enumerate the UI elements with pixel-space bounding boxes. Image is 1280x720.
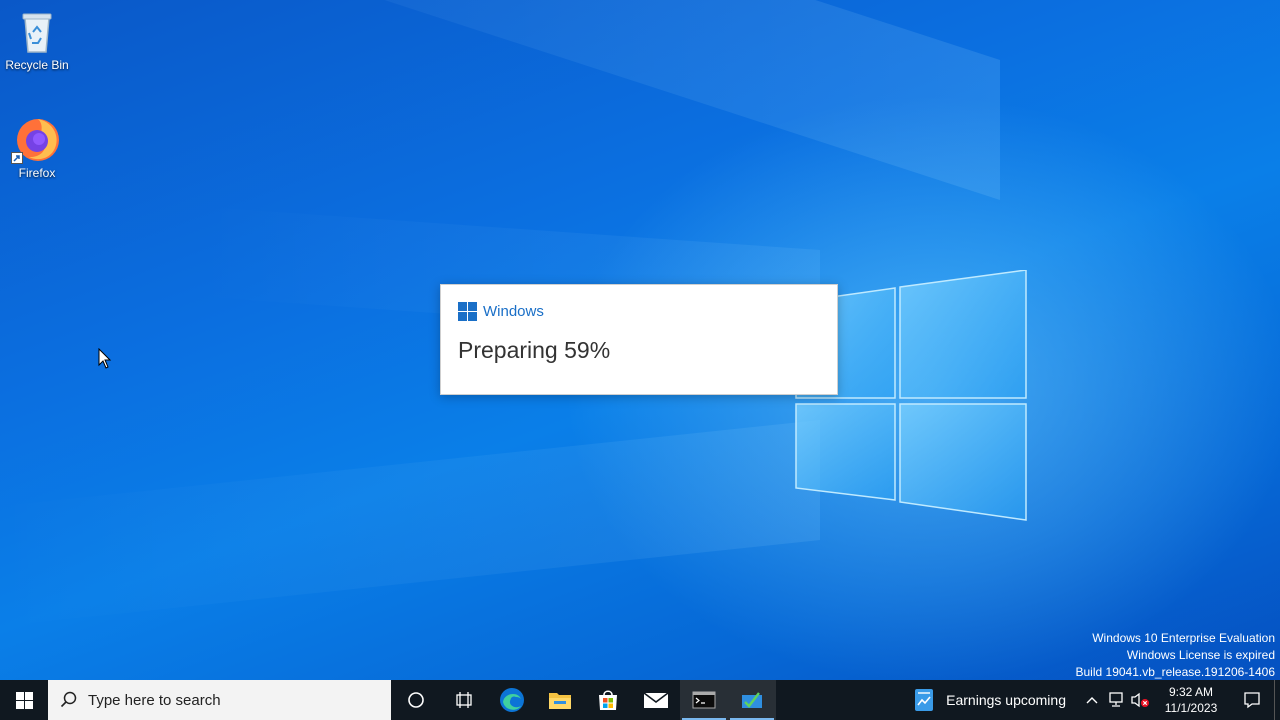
volume-button[interactable]	[1128, 680, 1152, 720]
cortana-icon	[408, 692, 424, 708]
system-tray: Earnings upcoming 9:32 AM 11/1/2023	[914, 680, 1280, 720]
edge-button[interactable]	[488, 680, 536, 720]
setup-progress-dialog: Windows Preparing 59%	[440, 284, 838, 395]
show-hidden-icons-button[interactable]	[1080, 680, 1104, 720]
microsoft-store-icon	[599, 690, 617, 710]
taskbar-search-box[interactable]: Type here to search	[48, 680, 391, 720]
terminal-icon	[692, 691, 716, 709]
start-button[interactable]	[0, 680, 48, 720]
network-button[interactable]	[1104, 680, 1128, 720]
search-icon	[60, 691, 77, 708]
microsoft-store-button[interactable]	[584, 680, 632, 720]
file-explorer-icon	[549, 693, 571, 709]
windows-logo-icon	[458, 302, 477, 321]
windows-brand: Windows	[458, 302, 544, 321]
cortana-button[interactable]	[392, 680, 440, 720]
progress-status-text: Preparing 59%	[458, 337, 611, 363]
mail-button[interactable]	[632, 680, 680, 720]
clock-date: 11/1/2023	[1164, 701, 1218, 715]
terminal-button[interactable]	[680, 680, 728, 720]
mail-icon	[643, 692, 669, 708]
setup-app-button[interactable]	[728, 680, 776, 720]
taskbar-clock[interactable]: 9:32 AM 11/1/2023	[1158, 684, 1224, 716]
chevron-up-icon	[1086, 697, 1098, 704]
taskbar: Type here to search Earnings upcoming 9:…	[0, 680, 1280, 720]
network-icon	[1109, 692, 1123, 707]
watermark-license: Windows License is expired	[1126, 648, 1275, 662]
file-explorer-button[interactable]	[536, 680, 584, 720]
mouse-cursor-icon	[98, 348, 112, 369]
task-view-icon	[456, 692, 472, 708]
show-desktop-button[interactable]	[1274, 680, 1280, 720]
search-placeholder: Type here to search	[88, 691, 221, 709]
task-view-button[interactable]	[440, 680, 488, 720]
windows-brand-label: Windows	[483, 303, 544, 320]
volume-muted-icon	[1131, 692, 1149, 708]
clock-time: 9:32 AM	[1168, 685, 1214, 699]
edge-icon	[500, 688, 524, 712]
watermark-edition: Windows 10 Enterprise Evaluation	[1092, 631, 1275, 645]
firefox-icon	[11, 116, 61, 164]
action-center-button[interactable]	[1230, 680, 1274, 720]
desktop-icon-label: Firefox	[18, 166, 56, 180]
desktop: Recycle Bin Firefox Windows Preparing 59…	[0, 0, 1280, 680]
license-watermark: Windows 10 Enterprise Evaluation Windows…	[1076, 630, 1276, 680]
shortcut-arrow-icon	[11, 152, 23, 164]
windows-start-icon	[15, 691, 33, 709]
desktop-icon-firefox[interactable]: Firefox	[0, 116, 74, 180]
watermark-build: Build 19041.vb_release.191206-1406	[1075, 665, 1276, 679]
news-widget-label: Earnings upcoming	[946, 692, 1066, 708]
news-widget[interactable]: Earnings upcoming	[914, 688, 1066, 712]
desktop-icon-label: Recycle Bin	[5, 58, 69, 72]
notification-icon	[1244, 692, 1260, 709]
desktop-icon-recycle-bin[interactable]: Recycle Bin	[0, 8, 74, 72]
setup-app-icon	[742, 692, 762, 708]
recycle-bin-icon	[13, 8, 61, 56]
news-icon	[915, 689, 934, 711]
